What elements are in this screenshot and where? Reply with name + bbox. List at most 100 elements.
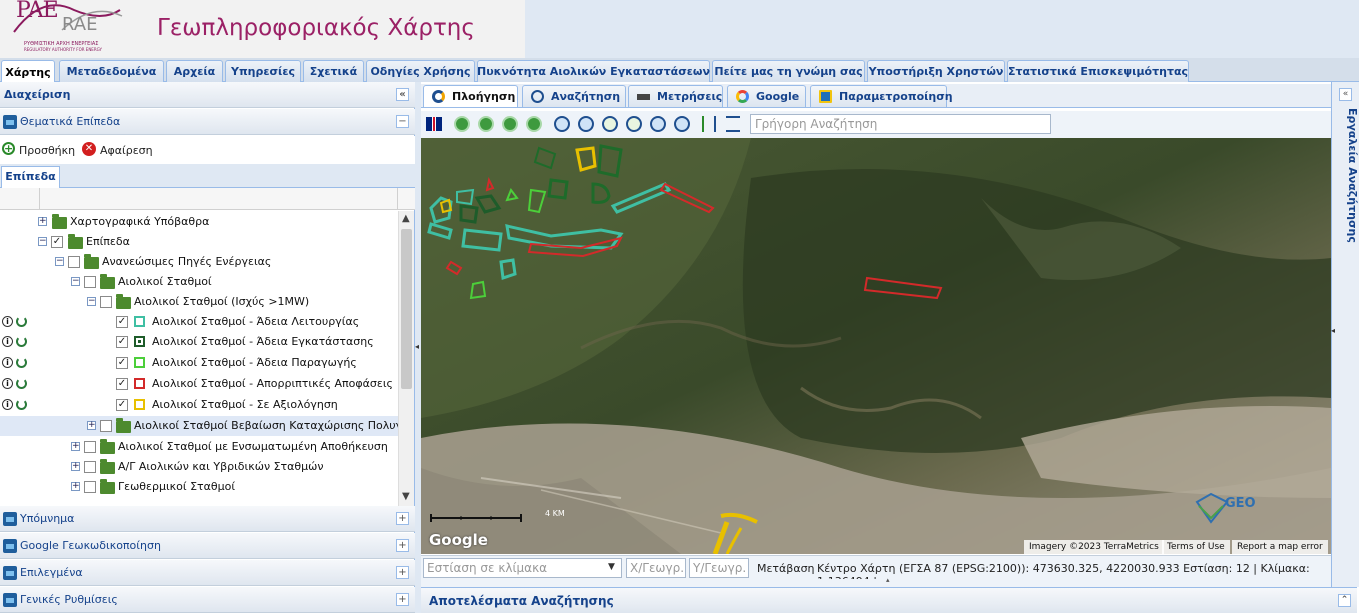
tree-node-rejected[interactable]: i ✓ Αιολικοί Σταθμοί - Απορριπτικές Αποφ… bbox=[0, 374, 398, 394]
refresh-icon[interactable] bbox=[16, 378, 27, 389]
info-icon[interactable]: i bbox=[2, 399, 13, 410]
general-settings-header[interactable]: Γενικές Ρυθμίσεις + bbox=[0, 587, 415, 613]
tree-node-wind[interactable]: − Αιολικοί Σταθμοί bbox=[0, 272, 398, 292]
refresh-icon[interactable] bbox=[16, 336, 27, 347]
collapse-thematic-button[interactable]: − bbox=[396, 115, 409, 128]
google-geocoding-header[interactable]: Google Γεωκωδικοποίηση + bbox=[0, 533, 415, 559]
chevron-down-icon[interactable]: ▼ bbox=[608, 562, 615, 572]
tree-node-operation[interactable]: i ✓ Αιολικοί Σταθμοί - Άδεια Λειτουργίας bbox=[0, 312, 398, 332]
tree-node-layers[interactable]: − ✓ Επίπεδα bbox=[0, 232, 398, 252]
tree-node-evaluation[interactable]: i ✓ Αιολικοί Σταθμοί - Σε Αξιολόγηση bbox=[0, 395, 398, 415]
expand-right-button[interactable]: « bbox=[1339, 88, 1352, 101]
pan-down-icon[interactable] bbox=[502, 116, 518, 132]
info-icon[interactable]: i bbox=[2, 378, 13, 389]
legend-header[interactable]: Υπόμνημα + bbox=[0, 506, 415, 532]
tab-metadata[interactable]: Μεταδεδομένα bbox=[59, 60, 164, 82]
expand-results-button[interactable]: ⌃ bbox=[1338, 594, 1351, 607]
tab-files[interactable]: Αρχεία bbox=[166, 60, 223, 82]
go-to-button[interactable]: Μετάβαση bbox=[757, 562, 815, 575]
selected-header[interactable]: Επιλεγμένα + bbox=[0, 560, 415, 586]
collapse-icon[interactable]: − bbox=[55, 257, 64, 266]
layer-checkbox[interactable] bbox=[84, 441, 96, 453]
layer-checkbox[interactable]: ✓ bbox=[116, 399, 128, 411]
tree-node-polygon-registration[interactable]: + Αιολικοί Σταθμοί Βεβαίωση Καταχώρισης … bbox=[0, 416, 398, 436]
identify-icon[interactable] bbox=[726, 116, 740, 132]
tab-statistics[interactable]: Στατιστικά Επισκεψιμότητας bbox=[1007, 60, 1189, 82]
zoom-layer-icon[interactable] bbox=[650, 116, 666, 132]
terms-of-use-link[interactable]: Terms of Use bbox=[1162, 540, 1230, 554]
scroll-thumb[interactable] bbox=[401, 229, 412, 389]
language-flag-icon[interactable] bbox=[426, 117, 442, 131]
scale-select[interactable]: Εστίαση σε κλίμακα bbox=[423, 558, 622, 578]
tab-about[interactable]: Σχετικά bbox=[303, 60, 364, 82]
tree-node-wind-1mw[interactable]: − Αιολικοί Σταθμοί (Ισχύς >1MW) bbox=[0, 292, 398, 312]
scroll-down-icon[interactable]: ▼ bbox=[402, 491, 410, 502]
quick-search-input[interactable]: Γρήγορη Αναζήτηση bbox=[750, 114, 1051, 134]
tab-search[interactable]: Αναζήτηση bbox=[522, 85, 626, 107]
tab-feedback[interactable]: Πείτε μας τη γνώμη σας bbox=[712, 60, 865, 82]
tree-node-renewables[interactable]: − Ανανεώσιμες Πηγές Ενέργειας bbox=[0, 252, 398, 272]
refresh-icon[interactable] bbox=[16, 357, 27, 368]
layer-checkbox[interactable]: ✓ bbox=[116, 357, 128, 369]
layer-checkbox[interactable]: ✓ bbox=[116, 336, 128, 348]
zoom-extent-icon[interactable] bbox=[626, 116, 642, 132]
coordinates-icon[interactable] bbox=[702, 116, 716, 132]
collapse-left-button[interactable]: « bbox=[396, 88, 409, 101]
y-coordinate-input[interactable]: Υ/Γεωγρ. bbox=[689, 558, 749, 578]
tab-settings[interactable]: Παραμετροποίηση bbox=[810, 85, 953, 107]
expand-settings-button[interactable]: + bbox=[396, 593, 409, 606]
zoom-out-icon[interactable] bbox=[578, 116, 594, 132]
tree-scrollbar[interactable]: ▲ ▼ bbox=[398, 211, 414, 506]
info-icon[interactable]: i bbox=[2, 357, 13, 368]
pan-up-icon[interactable] bbox=[478, 116, 494, 132]
expand-icon[interactable]: + bbox=[87, 421, 96, 430]
remove-layer-button[interactable]: Αφαίρεση bbox=[100, 144, 153, 157]
refresh-icon[interactable] bbox=[16, 316, 27, 327]
collapse-icon[interactable]: − bbox=[87, 297, 96, 306]
layer-checkbox[interactable]: ✓ bbox=[51, 236, 63, 248]
tab-support[interactable]: Υποστήριξη Χρηστών bbox=[867, 60, 1005, 82]
layer-checkbox[interactable]: ✓ bbox=[116, 316, 128, 328]
info-icon[interactable]: i bbox=[2, 316, 13, 327]
report-error-link[interactable]: Report a map error bbox=[1232, 540, 1328, 554]
splitter-arrow-icon[interactable]: ◂ bbox=[415, 342, 419, 351]
thematic-layers-header[interactable]: Θεματικά Επίπεδα − bbox=[0, 109, 415, 135]
zoom-box-icon[interactable] bbox=[602, 116, 618, 132]
tab-wind-density[interactable]: Πυκνότητα Αιολικών Εγκαταστάσεων bbox=[477, 60, 710, 82]
layer-checkbox[interactable] bbox=[84, 481, 96, 493]
expand-selected-button[interactable]: + bbox=[396, 566, 409, 579]
tab-layers[interactable]: Επίπεδα bbox=[1, 166, 60, 188]
layer-checkbox[interactable] bbox=[100, 296, 112, 308]
previous-extent-icon[interactable] bbox=[454, 116, 470, 132]
tab-map[interactable]: Χάρτης bbox=[1, 60, 55, 83]
tree-node-storage[interactable]: + Αιολικοί Σταθμοί με Ενσωματωμένη Αποθή… bbox=[0, 437, 398, 457]
refresh-icon[interactable] bbox=[16, 399, 27, 410]
expand-legend-button[interactable]: + bbox=[396, 512, 409, 525]
add-layer-button[interactable]: Προσθήκη bbox=[19, 144, 75, 157]
zoom-selection-icon[interactable] bbox=[674, 116, 690, 132]
tab-navigation[interactable]: Πλοήγηση bbox=[423, 85, 518, 107]
info-icon[interactable]: i bbox=[2, 336, 13, 347]
tree-node-installation[interactable]: i ✓ Αιολικοί Σταθμοί - Άδεια Εγκατάσταση… bbox=[0, 332, 398, 352]
bottom-splitter[interactable]: ▴ bbox=[421, 576, 1357, 587]
layer-checkbox[interactable] bbox=[84, 461, 96, 473]
tab-google[interactable]: Google bbox=[727, 85, 806, 107]
x-coordinate-input[interactable]: Χ/Γεωγρ. bbox=[626, 558, 686, 578]
layer-checkbox[interactable] bbox=[68, 256, 80, 268]
expand-icon[interactable]: + bbox=[71, 482, 80, 491]
splitter-arrow-icon[interactable]: ◂ bbox=[1331, 326, 1335, 335]
layer-checkbox[interactable] bbox=[100, 420, 112, 432]
map-canvas[interactable]: 4 KM Google GEO Imagery ©2023 TerraMetri… bbox=[421, 138, 1331, 554]
expand-icon[interactable]: + bbox=[71, 462, 80, 471]
tab-user-guide[interactable]: Οδηγίες Χρήσης bbox=[366, 60, 475, 82]
layer-checkbox[interactable]: ✓ bbox=[116, 378, 128, 390]
tree-node-geothermal[interactable]: + Γεωθερμικοί Σταθμοί bbox=[0, 477, 398, 497]
expand-icon[interactable]: + bbox=[71, 442, 80, 451]
expand-geocoding-button[interactable]: + bbox=[396, 539, 409, 552]
scroll-up-icon[interactable]: ▲ bbox=[402, 213, 410, 224]
expand-icon[interactable]: + bbox=[38, 217, 47, 226]
collapse-icon[interactable]: − bbox=[38, 237, 47, 246]
layer-checkbox[interactable] bbox=[84, 276, 96, 288]
collapse-icon[interactable]: − bbox=[71, 277, 80, 286]
search-results-header[interactable]: Αποτελέσματα Αναζήτησης ⌃ bbox=[421, 587, 1357, 613]
